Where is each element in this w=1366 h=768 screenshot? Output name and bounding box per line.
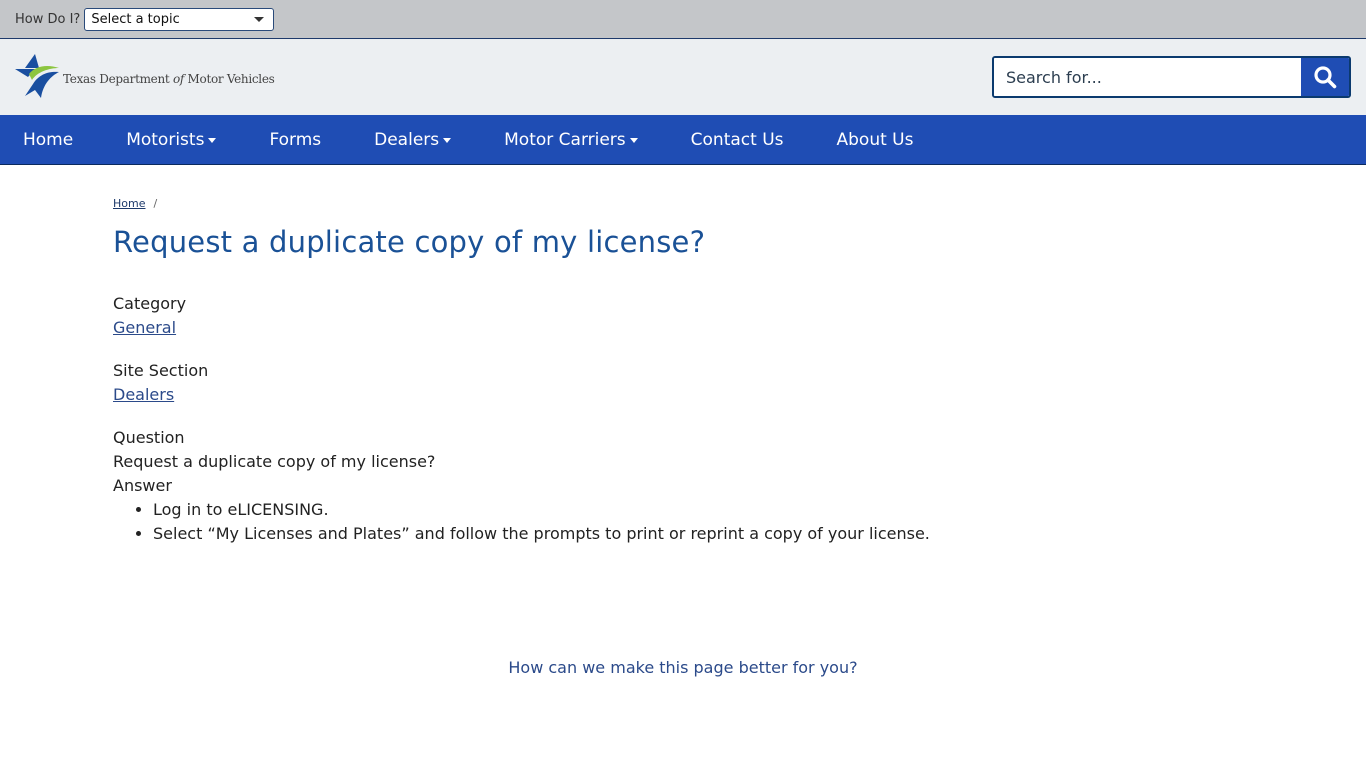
search-box [992,56,1351,98]
star-logo-icon [15,54,59,98]
answer-item: Log in to eLICENSING. [153,498,1366,522]
breadcrumb: Home / [113,197,1366,210]
main-nav: Home Motorists Forms Dealers Motor Carri… [0,115,1366,165]
breadcrumb-separator: / [153,197,158,210]
caret-down-icon [629,137,638,143]
answer-list: Log in to eLICENSING. Select “My License… [113,498,1366,546]
topic-select-value: Select a topic [91,11,180,27]
nav-item-about-us[interactable]: About Us [837,130,914,150]
top-utility-bar: How Do I? Select a topic [0,0,1366,39]
nav-item-dealers[interactable]: Dealers [374,130,452,150]
site-section-label: Site Section [113,361,209,380]
site-section-link[interactable]: Dealers [113,383,174,407]
search-button[interactable] [1301,58,1349,96]
question-label: Question [113,428,185,447]
answer-label: Answer [113,476,172,495]
answer-item: Select “My Licenses and Plates” and foll… [153,522,1366,546]
feedback-link[interactable]: How can we make this page better for you… [508,658,857,677]
search-input[interactable] [994,58,1301,96]
qa-group: Question Request a duplicate copy of my … [113,426,1366,546]
site-section-group: Site Section Dealers [113,359,1366,407]
site-header: Texas Department of Motor Vehicles [0,39,1366,115]
logo-text: Texas Department of Motor Vehicles [63,72,275,86]
caret-down-icon [208,137,217,143]
question-text: Request a duplicate copy of my license? [113,452,436,471]
nav-item-contact-us[interactable]: Contact Us [691,130,784,150]
category-group: Category General [113,292,1366,340]
page-title: Request a duplicate copy of my license? [113,225,706,259]
chevron-down-icon [254,16,265,22]
category-link[interactable]: General [113,316,176,340]
search-icon [1314,66,1337,89]
breadcrumb-home-link[interactable]: Home [113,197,145,210]
category-label: Category [113,294,187,313]
nav-item-motor-carriers[interactable]: Motor Carriers [504,130,638,150]
feedback-section: How can we make this page better for you… [0,658,1366,677]
nav-item-home[interactable]: Home [23,130,73,150]
main-content: Home / Request a duplicate copy of my li… [0,165,1366,546]
nav-item-forms[interactable]: Forms [269,130,321,150]
nav-item-motorists[interactable]: Motorists [126,130,217,150]
txdmv-logo[interactable]: Texas Department of Motor Vehicles [15,54,275,100]
caret-down-icon [443,137,452,143]
how-do-i-label: How Do I? [15,11,81,27]
topic-select[interactable]: Select a topic [84,7,275,31]
